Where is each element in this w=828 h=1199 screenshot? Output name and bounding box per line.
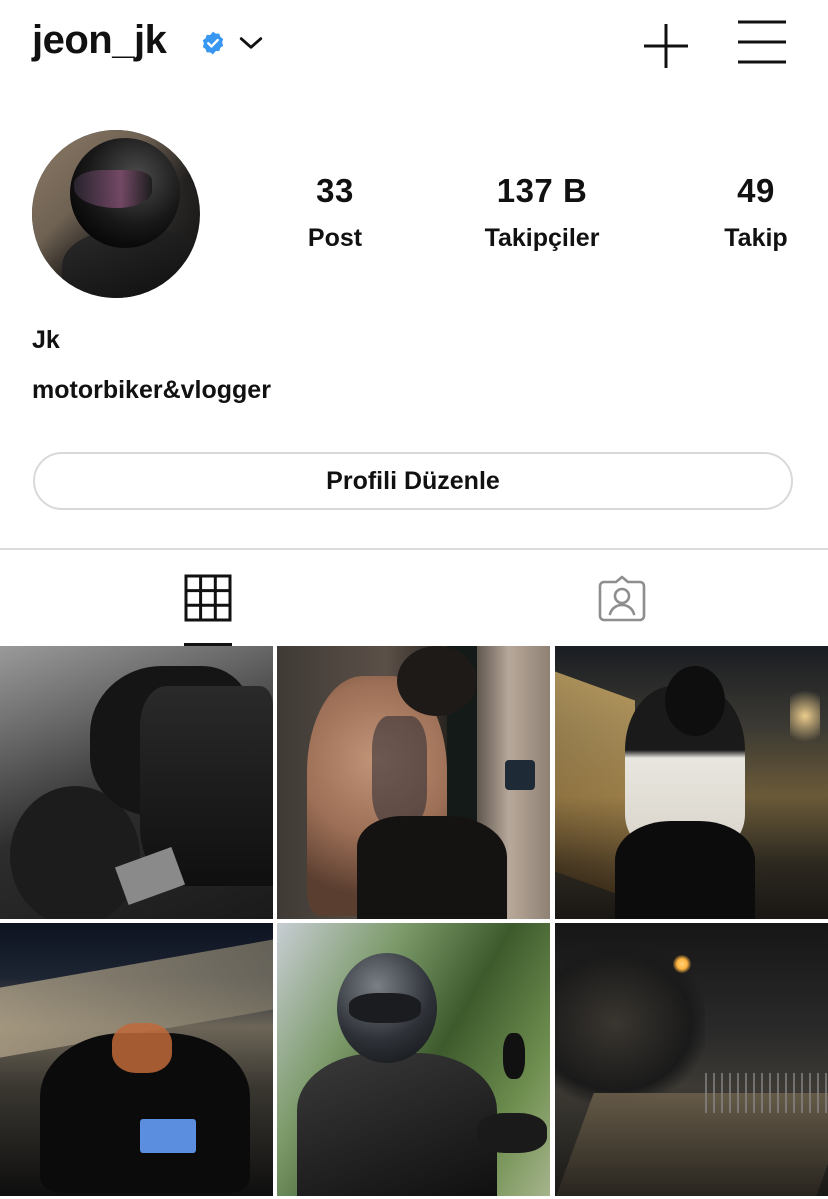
chevron-down-icon[interactable] bbox=[238, 32, 264, 54]
photo-shape bbox=[297, 1053, 497, 1196]
photo-shape bbox=[349, 993, 421, 1023]
photo-shape bbox=[705, 1073, 828, 1113]
photo-shape bbox=[665, 666, 725, 736]
menu-button[interactable] bbox=[734, 16, 790, 68]
verified-badge-icon bbox=[202, 31, 224, 55]
tab-divider bbox=[0, 548, 828, 550]
hamburger-menu-icon bbox=[738, 20, 786, 64]
posts-grid bbox=[0, 646, 828, 1199]
profile-name: Jk bbox=[32, 326, 60, 354]
stat-followers[interactable]: 137 B Takipçiler bbox=[462, 172, 622, 253]
tab-tagged[interactable] bbox=[554, 552, 690, 646]
stat-following-value: 49 bbox=[737, 172, 775, 209]
profile-avatar[interactable] bbox=[32, 130, 200, 298]
photo-shape bbox=[505, 760, 535, 790]
username-title[interactable]: jeon_jk bbox=[32, 18, 167, 63]
tab-posts-grid[interactable] bbox=[140, 552, 276, 646]
new-post-button[interactable] bbox=[640, 20, 692, 72]
photo-shape bbox=[615, 821, 755, 919]
tagged-person-icon bbox=[598, 575, 646, 622]
stat-followers-label: Takipçiler bbox=[484, 224, 600, 252]
profile-bio: motorbiker&vlogger bbox=[32, 376, 271, 404]
stat-posts-value: 33 bbox=[316, 172, 354, 209]
post-thumbnail-6[interactable] bbox=[555, 923, 828, 1196]
stat-following[interactable]: 49 Takip bbox=[708, 172, 804, 253]
post-thumbnail-5[interactable] bbox=[277, 923, 550, 1196]
post-thumbnail-3[interactable] bbox=[555, 646, 828, 919]
plus-icon bbox=[644, 24, 688, 68]
photo-shape bbox=[372, 716, 427, 826]
stat-following-label: Takip bbox=[724, 224, 788, 252]
photo-shape bbox=[357, 816, 507, 919]
stat-followers-value: 137 B bbox=[496, 172, 588, 209]
post-thumbnail-2[interactable] bbox=[277, 646, 550, 919]
photo-shape bbox=[790, 676, 820, 756]
photo-shape bbox=[503, 1033, 525, 1079]
post-thumbnail-1[interactable] bbox=[0, 646, 273, 919]
photo-shape bbox=[673, 955, 691, 973]
stat-posts[interactable]: 33 Post bbox=[290, 172, 380, 253]
photo-shape bbox=[112, 1023, 172, 1073]
stat-posts-label: Post bbox=[307, 224, 363, 252]
profile-header: jeon_jk bbox=[0, 0, 828, 92]
edit-profile-button[interactable]: Profili Düzenle bbox=[33, 452, 793, 510]
photo-shape bbox=[397, 646, 477, 716]
photo-shape bbox=[477, 1113, 547, 1153]
photo-shape bbox=[140, 1119, 196, 1153]
post-thumbnail-4[interactable] bbox=[0, 923, 273, 1196]
grid-icon bbox=[184, 574, 232, 622]
